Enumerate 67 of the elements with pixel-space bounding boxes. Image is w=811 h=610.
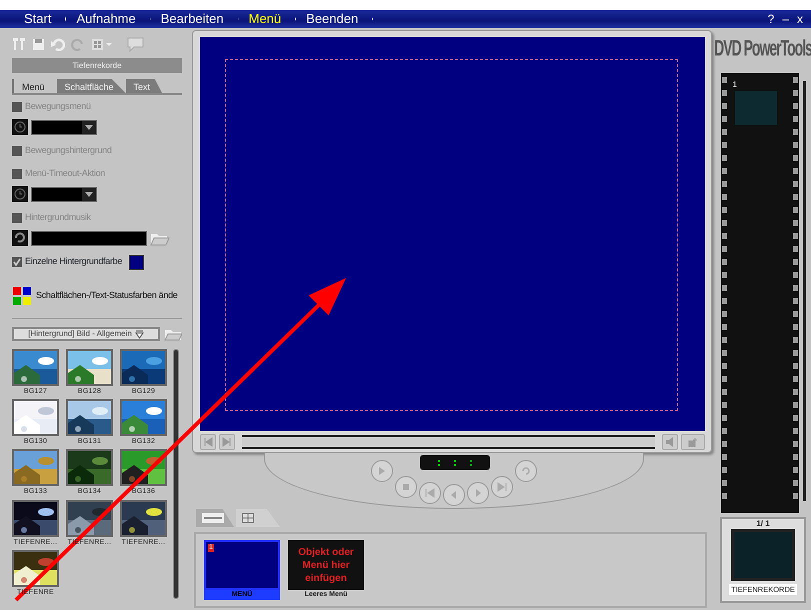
view-tab[interactable] [196,509,234,527]
skip-back-button[interactable] [418,482,440,504]
step-tab[interactable]: Bearbeiten [150,10,239,28]
add-button[interactable] [681,434,705,450]
page-counter: 1/ 1 [756,519,770,529]
skip-forward-icon [496,481,508,493]
tab[interactable]: Text [126,79,162,93]
redo-icon[interactable] [71,38,85,50]
next-button[interactable] [219,434,235,450]
setting-label: Bewegungshintergrund [25,144,112,158]
previous-icon [203,437,213,447]
step-tab[interactable]: Aufnahme [66,10,151,28]
step-forward-button[interactable] [466,482,488,504]
clock-icon[interactable] [12,186,28,202]
play-button[interactable] [370,460,392,482]
scrollbar[interactable] [802,81,806,501]
refresh-icon[interactable] [12,230,28,246]
setting-label: Einzelne Hintergrundfarbe [25,255,122,268]
tab[interactable]: Schaltfläche [56,79,126,93]
caret-icon [134,330,144,338]
thumbnail-preview [731,529,795,581]
setting-label: Hintergrundmusik [25,211,91,224]
stop-button[interactable] [394,476,416,498]
layout-icon[interactable] [91,38,113,50]
caret-icon[interactable] [82,188,96,200]
add-icon [688,437,698,447]
window-button[interactable]: x [793,11,807,27]
setting-label: Menü-Timeout-Aktion [25,167,105,180]
previous-button[interactable] [200,434,216,450]
frame-number: 1 [732,79,737,91]
step-tab[interactable]: Beenden [296,10,374,28]
panel-title: Tiefenrekorde [12,58,182,73]
color-swatch[interactable] [129,254,144,270]
volume-icon [665,437,675,447]
status-colors-button[interactable]: Schaltflächen-/Text-Statusfarben ände [12,286,178,306]
volume-button[interactable] [662,434,678,450]
step-tab[interactable]: Menü [238,10,296,28]
folder-icon[interactable] [164,327,182,341]
file-field[interactable] [31,230,147,246]
save-icon[interactable] [32,38,45,50]
repeat-button[interactable] [514,460,536,482]
caret-icon[interactable] [82,120,96,134]
setting-label: Bewegungsmenü [25,100,91,114]
drop-placeholder[interactable]: Objekt oder Menü hier einfügen [288,540,364,590]
skip-back-icon [424,487,436,499]
tools-icon[interactable] [12,37,26,51]
undo-icon[interactable] [51,38,65,50]
repeat-icon [520,465,532,477]
category-dropdown[interactable]: [Hintergrund] Bild - Allgemein [12,327,160,341]
view-tab[interactable] [236,509,280,527]
palette-icon [12,286,32,306]
dropdown[interactable] [31,186,97,202]
step-tab[interactable]: Start [14,10,66,28]
logo: DVD PowerTools [714,34,811,62]
window-button[interactable]: – [778,11,793,27]
checkbox[interactable] [12,257,22,267]
grid-icon [242,513,254,523]
dropdown[interactable] [31,120,97,134]
next-icon [222,437,232,447]
filmstrip-icon [202,513,224,523]
step-back-button[interactable] [442,484,464,506]
skip-forward-button[interactable] [490,476,512,498]
window-button[interactable]: ? [764,11,778,27]
frame-thumbnail[interactable] [734,91,776,125]
scrollbar[interactable] [173,349,179,599]
speech-bubble-icon[interactable] [127,36,144,52]
clock-icon[interactable] [12,119,28,135]
